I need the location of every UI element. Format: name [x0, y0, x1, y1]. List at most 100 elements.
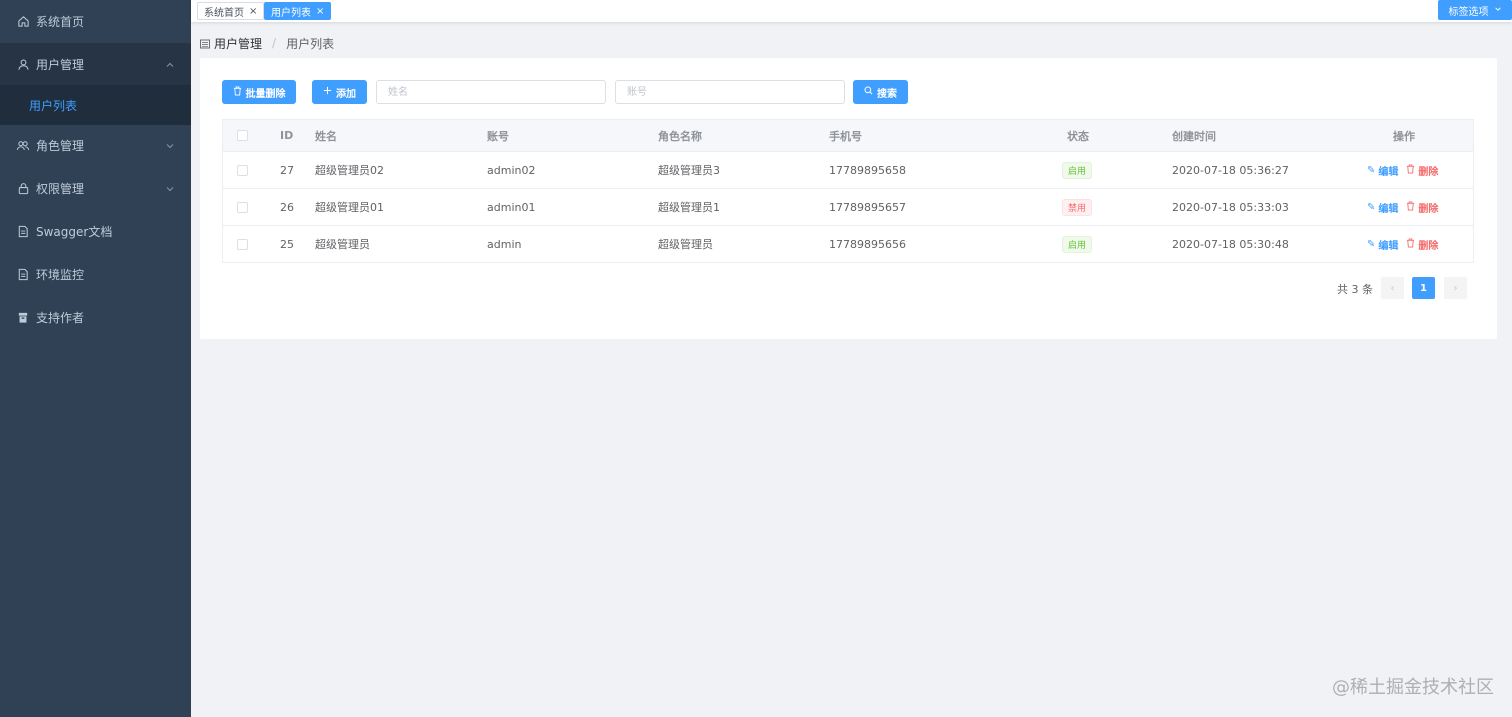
tags-option-button[interactable]: 标签选项	[1438, 0, 1512, 20]
name-input[interactable]	[376, 80, 606, 104]
cell-role: 超级管理员3	[658, 164, 720, 177]
sidebar-item-label: 系统首页	[36, 14, 85, 29]
edit-button[interactable]: ✎ 编辑	[1367, 163, 1398, 178]
column-header: 姓名	[315, 129, 337, 143]
cell-phone: 17789895658	[829, 163, 906, 177]
document-icon	[16, 267, 30, 281]
breadcrumb: 用户管理 / 用户列表	[200, 35, 334, 51]
pagination-page-button[interactable]: 1	[1412, 277, 1435, 299]
home-icon	[16, 14, 30, 28]
cell-account: admin02	[487, 163, 536, 177]
add-label: 添加	[336, 88, 356, 100]
select-all-checkbox[interactable]	[237, 120, 248, 151]
cell-account: admin01	[487, 200, 536, 214]
column-header: 手机号	[829, 129, 862, 143]
sidebar-item-user-list[interactable]: 用户列表	[0, 85, 191, 125]
tag-home[interactable]: 系统首页 ×	[197, 2, 265, 20]
trash-icon	[1406, 164, 1415, 177]
sidebar-item-label: 用户列表	[29, 98, 78, 113]
row-checkbox[interactable]	[237, 152, 248, 188]
cell-status: 禁用	[1062, 189, 1093, 225]
tag-label: 系统首页	[204, 7, 244, 19]
sidebar-item-monitor[interactable]: 环境监控	[0, 253, 191, 295]
pagination-prev-button[interactable]: ‹	[1381, 277, 1404, 299]
cell-role: 超级管理员1	[658, 201, 720, 214]
column-header: 创建时间	[1172, 129, 1216, 143]
cell-actions: ✎ 编辑 删除	[1367, 152, 1438, 188]
table-row: 25 超级管理员 admin 超级管理员 17789895656 启用 2020…	[223, 226, 1473, 263]
row-checkbox[interactable]	[237, 189, 248, 225]
cell-role: 超级管理员	[658, 238, 713, 251]
sidebar-item-label: 环境监控	[36, 267, 85, 282]
column-header: 操作	[1393, 129, 1415, 143]
sidebar-item-label: Swagger文档	[36, 224, 113, 239]
cell-actions: ✎ 编辑 删除	[1367, 189, 1438, 225]
add-button[interactable]: 添加	[312, 80, 367, 104]
breadcrumb-current: 用户列表	[286, 36, 335, 51]
chevron-down-icon	[1494, 5, 1502, 15]
cell-status: 启用	[1062, 152, 1093, 188]
breadcrumb-separator: /	[272, 36, 277, 50]
pagination-total: 共 3 条	[1337, 283, 1373, 296]
sidebar-item-permission-management[interactable]: 权限管理	[0, 167, 191, 209]
plus-icon	[323, 86, 332, 98]
cell-id: 26	[280, 200, 294, 214]
delete-button[interactable]: 删除	[1406, 163, 1438, 178]
sidebar: 系统首页 用户管理 用户列表 角色管理 权限管理 Swagger文档 环境监控 …	[0, 0, 191, 717]
sidebar-item-home[interactable]: 系统首页	[0, 0, 191, 42]
cell-status: 启用	[1062, 226, 1093, 262]
edit-icon: ✎	[1367, 201, 1376, 213]
sidebar-item-user-management[interactable]: 用户管理	[0, 43, 191, 85]
edit-button[interactable]: ✎ 编辑	[1367, 237, 1398, 252]
row-checkbox[interactable]	[237, 226, 248, 262]
tags-view: 系统首页 × 用户列表 × 标签选项	[191, 0, 1512, 22]
lock-icon	[16, 181, 30, 195]
cell-actions: ✎ 编辑 删除	[1367, 226, 1438, 262]
cell-phone: 17789895656	[829, 237, 906, 251]
cell-created: 2020-07-18 05:30:48	[1172, 237, 1289, 251]
trash-icon	[1406, 238, 1415, 251]
cell-id: 27	[280, 163, 294, 177]
close-icon[interactable]: ×	[249, 6, 257, 17]
search-button[interactable]: 搜索	[853, 80, 908, 104]
account-input[interactable]	[615, 80, 845, 104]
list-icon	[200, 38, 210, 49]
column-header[interactable]: ID	[280, 120, 293, 151]
close-icon[interactable]: ×	[316, 6, 324, 17]
status-badge: 启用	[1062, 235, 1093, 253]
edit-icon: ✎	[1367, 164, 1376, 176]
batch-delete-button[interactable]: 批量删除	[222, 80, 296, 104]
breadcrumb-item[interactable]: 用户管理	[214, 35, 262, 52]
sidebar-item-swagger[interactable]: Swagger文档	[0, 210, 191, 252]
column-header: 账号	[487, 129, 509, 143]
cell-name: 超级管理员	[315, 238, 370, 251]
edit-button[interactable]: ✎ 编辑	[1367, 200, 1398, 215]
cell-id: 25	[280, 237, 294, 251]
column-header: 角色名称	[658, 129, 702, 143]
table-header: ID 姓名 账号 角色名称 手机号 状态 创建时间 操作	[223, 120, 1473, 152]
cell-name: 超级管理员01	[315, 201, 384, 214]
pagination-next-button[interactable]: ›	[1444, 277, 1467, 299]
status-badge: 禁用	[1062, 198, 1093, 216]
delete-button[interactable]: 删除	[1406, 237, 1438, 252]
gift-icon	[16, 310, 30, 324]
sidebar-item-support-author[interactable]: 支持作者	[0, 296, 191, 338]
search-icon	[864, 86, 873, 98]
tags-option-label: 标签选项	[1448, 6, 1489, 18]
delete-button[interactable]: 删除	[1406, 200, 1438, 215]
tag-label: 用户列表	[271, 7, 311, 19]
batch-delete-label: 批量删除	[245, 88, 286, 100]
cell-name: 超级管理员02	[315, 164, 384, 177]
table-row: 26 超级管理员01 admin01 超级管理员1 17789895657 禁用…	[223, 189, 1473, 226]
column-header: 状态	[1067, 129, 1089, 143]
trash-icon	[1406, 201, 1415, 214]
cell-created: 2020-07-18 05:36:27	[1172, 163, 1289, 177]
sidebar-item-label: 支持作者	[36, 310, 85, 325]
document-icon	[16, 224, 30, 238]
sidebar-item-role-management[interactable]: 角色管理	[0, 124, 191, 166]
user-icon	[16, 57, 30, 71]
user-table: ID 姓名 账号 角色名称 手机号 状态 创建时间 操作 27 超级管理员02 …	[222, 119, 1474, 263]
tag-user-list[interactable]: 用户列表 ×	[264, 2, 332, 20]
trash-icon	[233, 86, 242, 99]
sidebar-item-label: 权限管理	[36, 181, 85, 196]
